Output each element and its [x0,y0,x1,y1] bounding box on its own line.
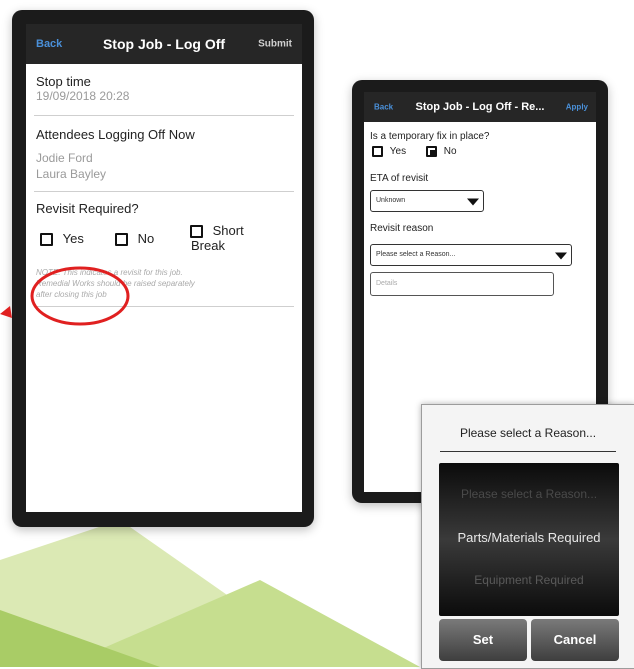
annotation-circle-icon [0,266,130,326]
eta-value: Unknown [376,197,406,204]
picker-option-selected[interactable]: Parts/Materials Required [439,530,619,545]
reason-label: Revisit reason [370,223,434,234]
revisit-no-option[interactable]: No [115,231,155,247]
reason-select[interactable]: Please select a Reason... [370,244,572,266]
reason-picker: Please select a Reason... Please select … [421,404,634,669]
stop-time-value: 19/09/2018 20:28 [36,89,130,103]
dropdown-arrow-icon [467,198,479,206]
set-button[interactable]: Set [439,619,527,661]
submit-button[interactable]: Submit [258,39,292,50]
attendee-item: Jodie Ford [36,151,93,165]
details-placeholder: Details [376,280,398,287]
short-break-label-2: Break [191,238,225,254]
yes-label: Yes [62,231,84,246]
revisit-short-break-option[interactable]: Short Break [190,223,244,253]
revisit-yes-option[interactable]: Yes [40,231,84,247]
temp-fix-yes-label: Yes [389,146,407,158]
picker-title: Please select a Reason... [459,426,597,440]
attendee-item: Laura Bayley [36,167,107,181]
picker-option[interactable]: Equipment Required [439,573,619,587]
reason-value: Please select a Reason... [376,251,456,258]
no-label: No [137,231,155,246]
attendees-label: Attendees Logging Off Now [36,127,195,142]
temp-fix-yes-option[interactable]: Yes [372,146,406,157]
temp-fix-yes-checkbox[interactable] [372,146,383,157]
divider [34,115,294,116]
nav-bar: Back Stop Job - Log Off Submit [26,24,302,64]
no-checkbox[interactable] [115,233,128,247]
picker-option[interactable]: Please select a Reason... [439,487,619,501]
temp-fix-no-checkbox[interactable] [426,146,437,157]
divider [34,191,294,192]
short-break-label-1: Short [212,223,244,238]
picker-wheel[interactable]: Please select a Reason... Parts/Material… [439,463,619,616]
temp-fix-no-option[interactable]: No [426,146,457,157]
temp-fix-no-label: No [443,146,457,158]
yes-checkbox[interactable] [40,233,53,247]
cancel-button[interactable]: Cancel [531,619,619,661]
picker-divider [440,451,616,452]
stop-time-label: Stop time [36,74,91,89]
short-break-checkbox[interactable] [190,225,203,239]
nav-bar: Back Stop Job - Log Off - Re... Apply [364,92,596,122]
revisit-label: Revisit Required? [36,201,139,216]
eta-select[interactable]: Unknown [370,190,484,212]
apply-button[interactable]: Apply [566,103,588,112]
details-input[interactable]: Details [370,272,554,296]
stop-time-section: Stop time 19/09/2018 20:28 [36,74,129,103]
temp-fix-label: Is a temporary fix in place? [370,131,490,142]
nav-title: Stop Job - Log Off - Re... [415,101,545,113]
dropdown-arrow-icon [555,252,567,260]
eta-label: ETA of revisit [370,173,429,184]
